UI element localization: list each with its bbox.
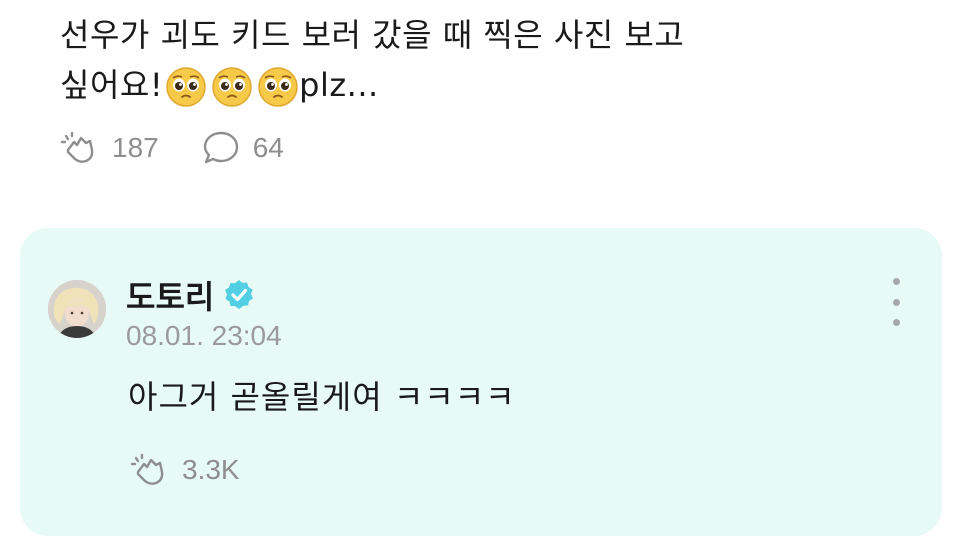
- post-text-suffix: plz...: [299, 66, 379, 104]
- comment-text: 아그거 곧올릴게여 ㅋㅋㅋㅋ: [128, 378, 516, 416]
- comment-like-button[interactable]: 3.3K: [130, 450, 240, 490]
- avatar[interactable]: [48, 280, 106, 338]
- more-dot-icon: [892, 319, 900, 326]
- clap-icon: [130, 453, 164, 485]
- comment-card: 도토리 08.01. 23:04 아그거 곧올릴게여 ㅋㅋㅋㅋ 3.3K: [20, 228, 942, 536]
- more-dot-icon: [892, 298, 900, 306]
- pleading-face-emoji: [166, 67, 206, 107]
- post-stats: 187 64: [60, 128, 920, 168]
- author-row: 도토리: [126, 272, 256, 318]
- comment-timestamp: 08.01. 23:04: [126, 320, 282, 351]
- pleading-face-emoji: [212, 67, 252, 107]
- post-like-count: 187: [112, 132, 159, 163]
- speech-bubble-icon: [203, 131, 238, 164]
- post: 선우가 괴도 키드 보러 갔을 때 찍은 사진 보고 싶어요! plz... 1…: [60, 10, 920, 168]
- post-text-prefix: 싶어요!: [60, 66, 164, 104]
- comment-like-count: 3.3K: [182, 454, 240, 485]
- clap-icon: [60, 131, 94, 163]
- verified-badge-icon: [225, 280, 254, 309]
- post-like-button[interactable]: 187: [60, 128, 159, 168]
- author-name[interactable]: 도토리: [126, 272, 214, 318]
- post-comment-count: 64: [252, 132, 284, 163]
- post-text: 선우가 괴도 키드 보러 갔을 때 찍은 사진 보고 싶어요! plz...: [60, 10, 920, 110]
- more-dot-icon: [892, 278, 900, 285]
- pleading-face-emoji: [258, 67, 298, 107]
- avatar-image: [48, 280, 106, 338]
- more-options-button[interactable]: [886, 278, 906, 326]
- post-text-line-1: 선우가 괴도 키드 보러 갔을 때 찍은 사진 보고: [60, 16, 685, 54]
- emoji-row: [165, 66, 299, 108]
- post-text-line-2: 싶어요! plz...: [60, 60, 920, 110]
- post-comment-button[interactable]: 64: [201, 128, 284, 168]
